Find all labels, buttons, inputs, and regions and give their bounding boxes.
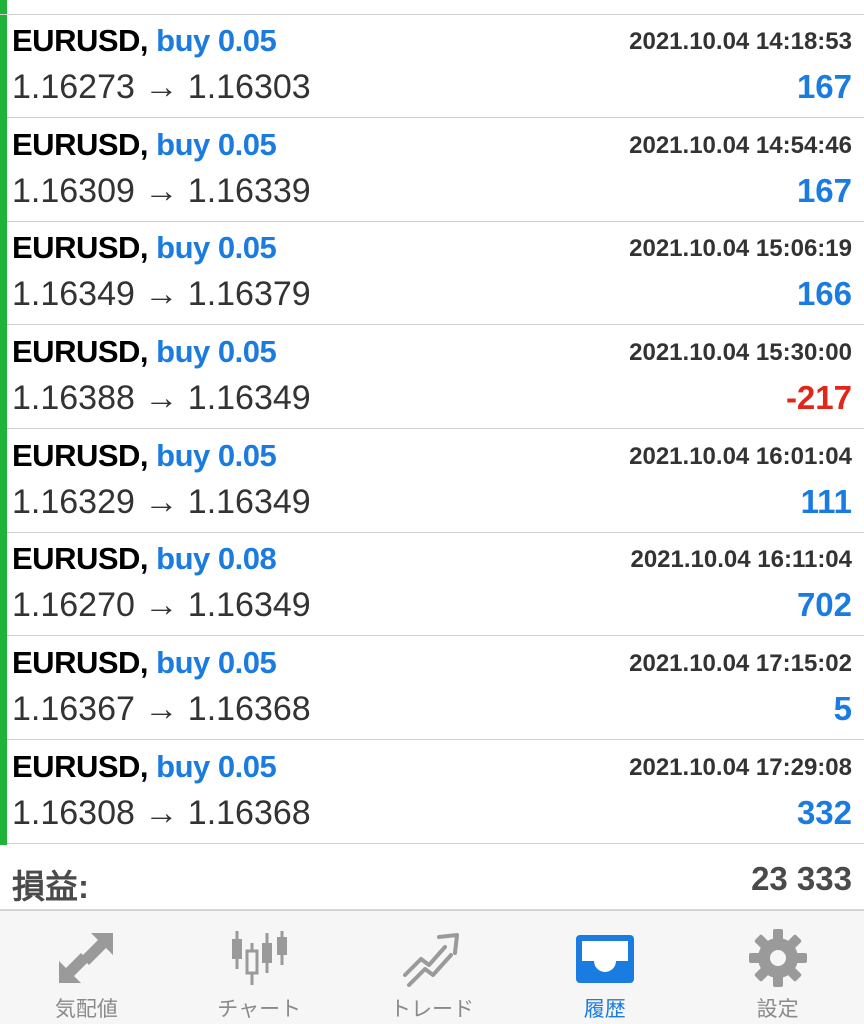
tab-settings-label: 設定: [756, 998, 799, 1021]
trade-close-time: 2021.10.04 15:30:00: [629, 339, 852, 366]
trade-side: buy 0.08: [156, 541, 277, 576]
trade-profit: 167: [796, 172, 852, 209]
tab-trade-label: トレード: [389, 998, 474, 1021]
trade-side: buy 0.05: [156, 23, 277, 58]
trade-symbol: EURUSD, buy 0.05: [12, 230, 277, 265]
trade-close-time: 2021.10.04 14:54:46: [629, 132, 852, 159]
trade-profit: 702: [796, 586, 852, 623]
buy-indicator-bar: [0, 741, 7, 845]
trade-profit: -217: [785, 379, 852, 416]
buy-indicator-bar: [0, 533, 7, 637]
trade-profit: 332: [796, 794, 852, 831]
trade-profit: 5: [833, 690, 852, 727]
trade-profit: 166: [796, 275, 852, 312]
trade-prices: 1.16273 → 1.16303: [12, 68, 311, 106]
trade-row[interactable]: EURUSD, buy 0.05 2021.10.04 14:54:46 1.1…: [0, 119, 864, 223]
buy-indicator-bar: [0, 15, 7, 119]
trade-close-time: 2021.10.04 14:18:53: [629, 28, 852, 55]
trade-prices: 1.16329 → 1.16349: [12, 483, 311, 521]
candlestick-chart-icon: [232, 931, 288, 985]
trade-prices: 1.16308 → 1.16368: [12, 794, 311, 832]
trade-side: buy 0.05: [156, 334, 277, 369]
trade-prices: 1.16367 → 1.16368: [12, 690, 311, 728]
trade-row[interactable]: EURUSD, buy 0.05 2021.10.04 17:29:08 1.1…: [0, 741, 864, 845]
buy-indicator-bar: [0, 326, 7, 430]
tab-chart-label: チャート: [217, 998, 302, 1021]
trade-prices: 1.16270 → 1.16349: [12, 586, 311, 624]
trade-row[interactable]: EURUSD, buy 0.05 2021.10.04 15:30:00 1.1…: [0, 326, 864, 430]
tab-quotes[interactable]: 気配値: [0, 911, 173, 1024]
tab-history[interactable]: 履歴: [518, 911, 691, 1024]
trade-symbol: EURUSD, buy 0.05: [12, 645, 277, 680]
tab-history-label: 履歴: [583, 998, 626, 1021]
trade-symbol: EURUSD, buy 0.05: [12, 438, 277, 473]
trade-side: buy 0.05: [156, 230, 277, 265]
buy-indicator-bar: [0, 430, 7, 534]
trade-prices: 1.16388 → 1.16349: [12, 379, 311, 417]
buy-indicator-bar: [0, 637, 7, 741]
buy-indicator-bar: [0, 222, 7, 326]
tab-settings[interactable]: 設定: [691, 911, 864, 1024]
gear-icon: [748, 929, 807, 987]
trade-row[interactable]: EURUSD, buy 0.05 2021.10.04 15:06:19 1.1…: [0, 222, 864, 326]
trade-close-time: 2021.10.04 17:29:08: [629, 754, 852, 781]
tab-trade[interactable]: トレード: [346, 911, 519, 1024]
profit-summary: 損益: 23 333: [0, 848, 864, 910]
trade-prices: 1.16309 → 1.16339: [12, 172, 311, 210]
trade-trend-icon: [402, 933, 459, 987]
buy-indicator-bar: [0, 119, 7, 223]
previous-row-indicator: [0, 0, 7, 14]
profit-summary-label: 損益:: [12, 868, 89, 905]
quotes-arrows-icon: [59, 933, 114, 983]
trade-side: buy 0.05: [156, 645, 277, 680]
trade-close-time: 2021.10.04 16:01:04: [629, 443, 852, 470]
tab-quotes-label: 気配値: [54, 998, 118, 1021]
trade-side: buy 0.05: [156, 127, 277, 162]
trade-symbol: EURUSD, buy 0.05: [12, 334, 277, 369]
trade-row[interactable]: EURUSD, buy 0.05 2021.10.04 17:15:02 1.1…: [0, 637, 864, 741]
profit-summary-value: 23 333: [751, 860, 852, 897]
trade-side: buy 0.05: [156, 438, 277, 473]
trade-profit: 111: [800, 483, 852, 520]
trade-prices: 1.16349 → 1.16379: [12, 275, 311, 313]
trade-row[interactable]: EURUSD, buy 0.05 2021.10.04 16:01:04 1.1…: [0, 430, 864, 534]
trade-symbol: EURUSD, buy 0.05: [12, 127, 277, 162]
trade-symbol: EURUSD, buy 0.05: [12, 749, 277, 784]
trade-close-time: 2021.10.04 15:06:19: [629, 235, 852, 262]
trade-profit: 167: [796, 68, 852, 105]
trade-row[interactable]: EURUSD, buy 0.08 2021.10.04 16:11:04 1.1…: [0, 533, 864, 637]
trade-row[interactable]: EURUSD, buy 0.05 2021.10.04 14:18:53 1.1…: [0, 15, 864, 119]
history-inbox-icon: [575, 935, 634, 983]
trade-close-time: 2021.10.04 17:15:02: [629, 650, 852, 677]
bottom-tab-bar: 気配値 チャート トレード 履歴 設定: [0, 910, 864, 1024]
trade-symbol: EURUSD, buy 0.05: [12, 23, 277, 58]
trade-side: buy 0.05: [156, 749, 277, 784]
tab-chart[interactable]: チャート: [173, 911, 346, 1024]
trade-close-time: 2021.10.04 16:11:04: [630, 546, 852, 573]
trade-symbol: EURUSD, buy 0.08: [12, 541, 277, 576]
